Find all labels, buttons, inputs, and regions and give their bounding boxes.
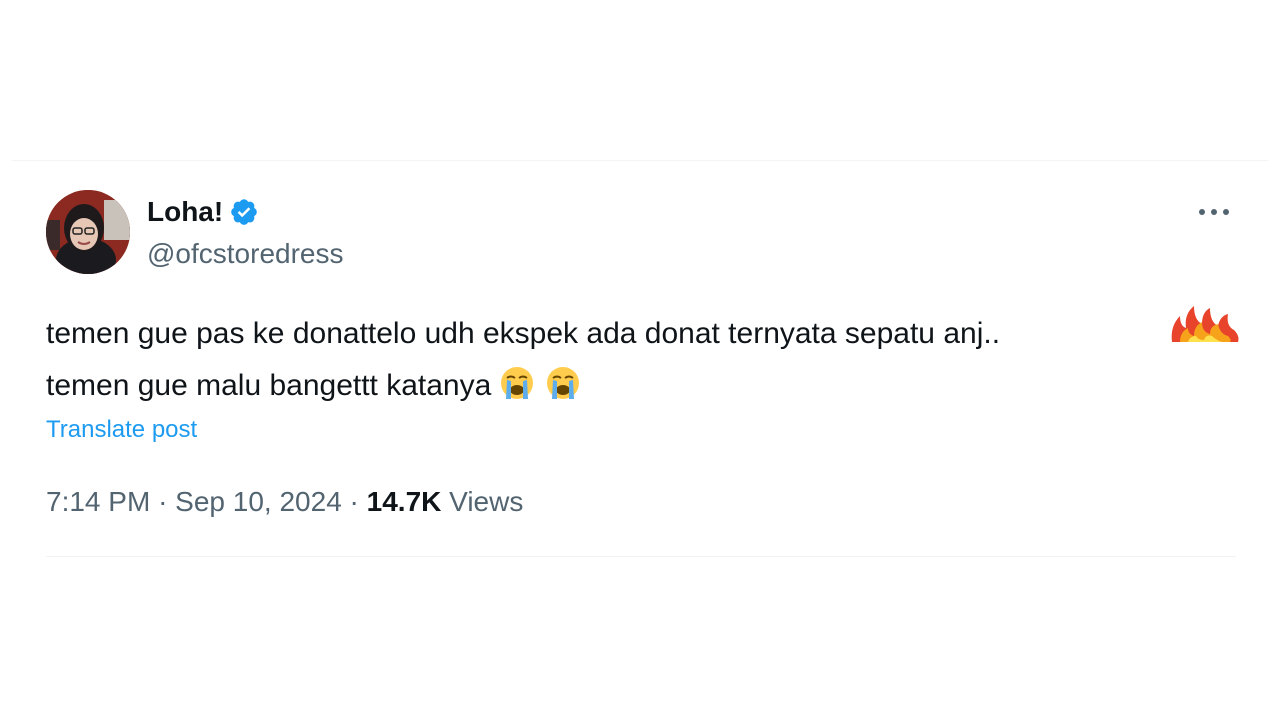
views-label: Views [449,486,524,517]
views-count[interactable]: 14.7K [367,486,442,517]
tweet-date[interactable]: Sep 10, 2024 [175,486,342,517]
loudly-crying-face-icon [547,367,580,399]
loudly-crying-face-icon [501,367,534,399]
author-display-name-row[interactable]: Loha! [147,194,259,230]
more-options-button[interactable] [1192,196,1236,228]
divider [46,556,1236,557]
tweet-metadata: 7:14 PM · Sep 10, 2024 · 14.7K Views [46,484,523,520]
tweet-text-line-2: temen gue malu bangettt katanya [46,360,1236,412]
verified-badge-icon [231,199,258,225]
tweet-text-line: temen gue malu bangettt katanya [46,369,492,402]
author-display-name[interactable]: Loha! [147,194,223,230]
tweet-time[interactable]: 7:14 PM [46,486,150,517]
more-horizontal-icon [1199,209,1229,215]
meta-separator: · [158,486,168,517]
translate-post-link[interactable]: Translate post [46,414,197,446]
author-handle[interactable]: @ofcstoredress [147,236,344,272]
avatar-image [46,190,130,274]
avatar[interactable] [46,190,130,274]
tweet-text: temen gue pas ke donattelo udh ekspek ad… [46,308,1236,412]
tweet-text-line: temen gue pas ke donattelo udh ekspek ad… [46,317,1001,350]
fire-sticker-icon [1171,306,1239,342]
meta-separator: · [349,486,359,517]
